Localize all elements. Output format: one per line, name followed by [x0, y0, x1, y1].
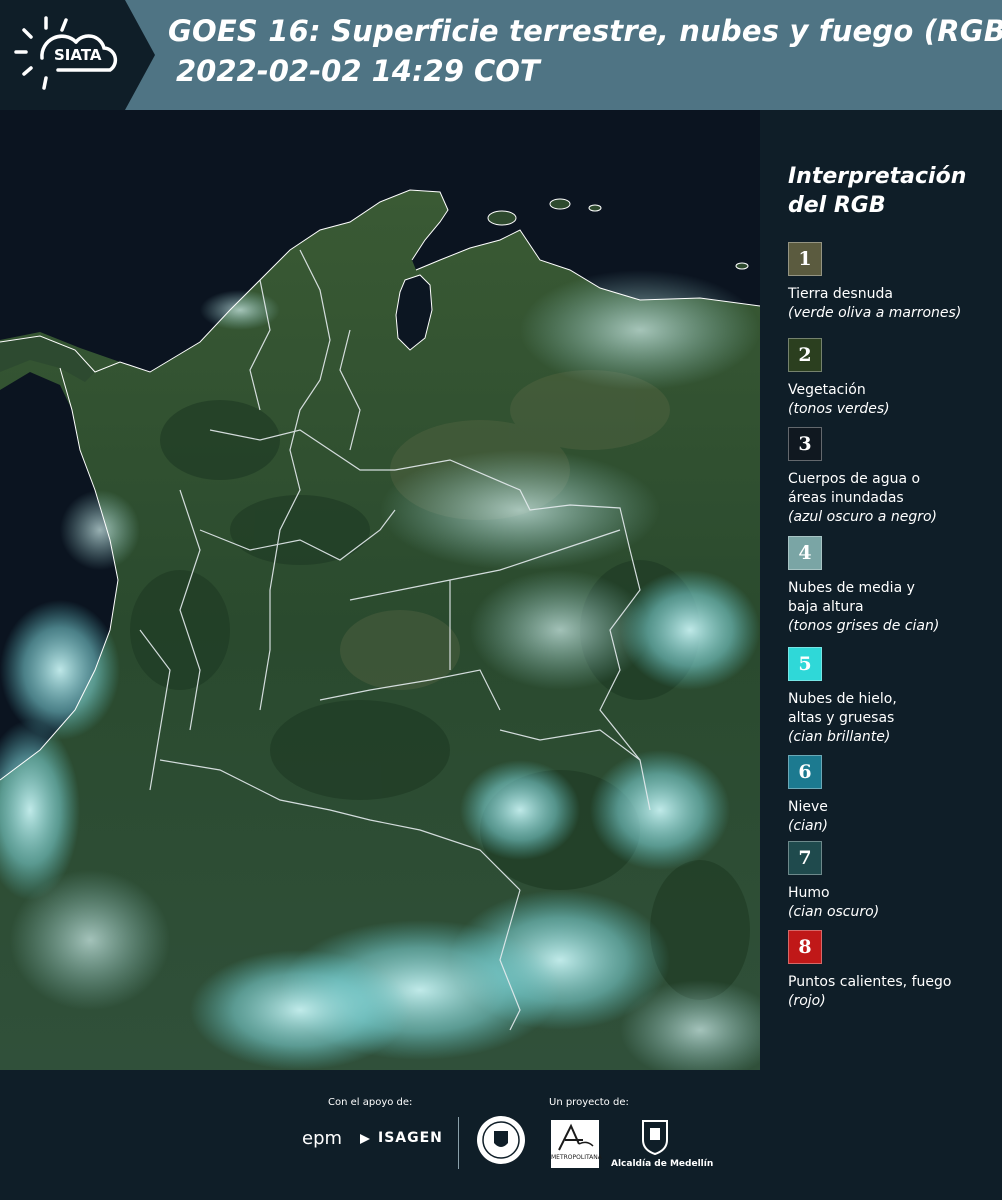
legend-panel: Interpretación del RGB 1 Tierra desnuda (v…: [760, 110, 1002, 1070]
support-label: Con el apoyo de:: [328, 1097, 413, 1108]
island: [487, 210, 517, 226]
legend-swatch: 2: [788, 338, 822, 372]
header-bar: SIATA GOES 16: Superficie terrestre, nub…: [0, 0, 1002, 110]
legend-label: Nubes de media y baja altura: [788, 580, 915, 615]
image-datetime: 2022-02-02 14:29 COT: [176, 54, 540, 88]
legend-swatch: 5: [788, 647, 822, 681]
legend-sublabel: (cian): [788, 818, 828, 834]
island: [549, 198, 571, 210]
legend-swatch: 4: [788, 536, 822, 570]
legend-item: 6 Nieve (cian): [788, 755, 998, 836]
legend-title-line1: Interpretación: [788, 164, 967, 189]
legend-swatch: 7: [788, 841, 822, 875]
legend-label: Nubes de hielo, altas y gruesas: [788, 691, 897, 726]
page-title: GOES 16: Superficie terrestre, nubes y f…: [168, 14, 1002, 48]
island: [588, 204, 602, 212]
siata-logo: SIATA: [0, 0, 155, 110]
legend-sublabel: (tonos grises de cian): [788, 618, 940, 634]
legend-title-line2: del RGB: [788, 193, 886, 218]
legend-label: Puntos calientes, fuego: [788, 974, 952, 990]
legend-item: 2 Vegetación (tonos verdes): [788, 338, 998, 419]
medellin-seal-icon: [477, 1116, 525, 1164]
legend-item: 8 Puntos calientes, fuego (rojo): [788, 930, 998, 1011]
legend-title: Interpretación del RGB: [788, 162, 988, 220]
alcaldia-shield-icon: [642, 1120, 668, 1156]
legend-swatch: 8: [788, 930, 822, 964]
legend-sublabel: (rojo): [788, 993, 826, 1009]
legend-sublabel: (cian oscuro): [788, 904, 880, 920]
legend-swatch: 6: [788, 755, 822, 789]
alcaldia-logo-text: Alcaldía de Medellín: [611, 1159, 714, 1169]
legend-item: 1 Tierra desnuda (verde oliva a marrones): [788, 242, 998, 323]
legend-item: 7 Humo (cian oscuro): [788, 841, 998, 922]
legend-label: Nieve: [788, 799, 828, 815]
satellite-map: [0, 110, 760, 1070]
legend-label: Tierra desnuda: [788, 286, 893, 302]
legend-label: Vegetación: [788, 382, 866, 398]
isagen-icon: [360, 1134, 370, 1144]
project-label: Un proyecto de:: [549, 1097, 629, 1108]
legend-sublabel: (verde oliva a marrones): [788, 305, 962, 321]
legend-swatch: 1: [788, 242, 822, 276]
island: [735, 262, 749, 270]
legend-item: 5 Nubes de hielo, altas y gruesas (cian br…: [788, 647, 998, 747]
epm-logo: epm: [302, 1128, 343, 1149]
legend-label: Cuerpos de agua o áreas inundadas: [788, 471, 921, 506]
legend-item: 3 Cuerpos de agua o áreas inundadas (azul …: [788, 427, 998, 527]
area-metropolitana-text: METROPOLITANA: [551, 1154, 602, 1161]
footer-divider: [458, 1117, 459, 1169]
legend-item: 4 Nubes de media y baja altura (tonos gris…: [788, 536, 998, 636]
legend-swatch: 3: [788, 427, 822, 461]
legend-sublabel: (cian brillante): [788, 729, 891, 745]
footer: Con el apoyo de: Un proyecto de: epm ISA…: [0, 1070, 1002, 1200]
legend-label: Humo: [788, 885, 830, 901]
legend-sublabel: (azul oscuro a negro): [788, 509, 937, 525]
legend-sublabel: (tonos verdes): [788, 401, 890, 417]
isagen-text: ISAGEN: [378, 1130, 443, 1146]
logo-text: SIATA: [54, 46, 102, 64]
isagen-logo: ISAGEN: [378, 1130, 443, 1146]
